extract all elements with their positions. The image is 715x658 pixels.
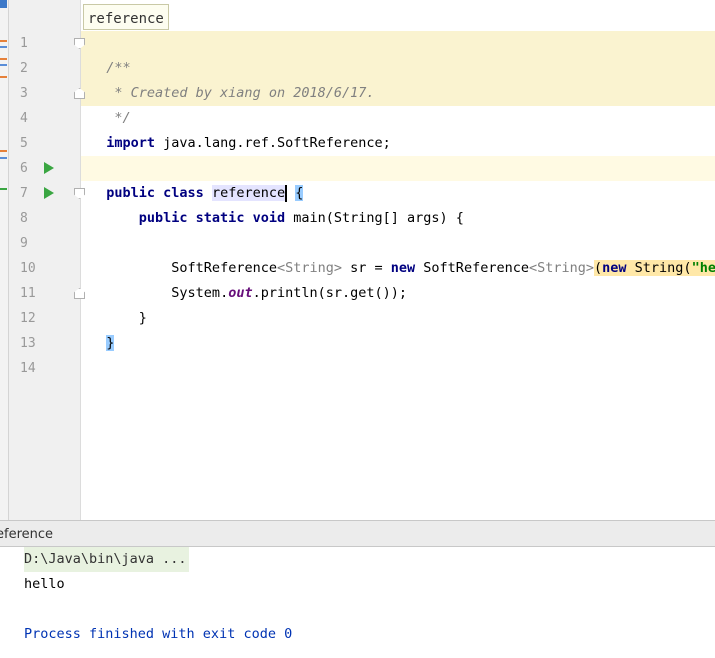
strip-mark	[0, 150, 7, 152]
code-text: (	[594, 260, 603, 276]
line-number: 3	[20, 86, 28, 101]
strip-mark	[0, 188, 7, 190]
code-text: String(	[626, 260, 692, 276]
matched-brace: }	[106, 335, 115, 351]
run-tab-title[interactable]: eference	[0, 521, 53, 548]
strip-mark	[0, 76, 7, 78]
line-number: 5	[20, 136, 28, 151]
code-line-11: }	[90, 281, 147, 326]
code-text: .println(sr.get());	[252, 285, 408, 301]
run-panel-header[interactable]: eference	[0, 520, 715, 547]
console-output: hello	[24, 576, 65, 592]
line-number: 13	[20, 336, 36, 351]
line-number: 6	[20, 161, 28, 176]
code-line-6: public class reference {	[90, 156, 304, 202]
run-gutter-icon[interactable]	[44, 187, 54, 199]
code-line-1: /**	[90, 31, 130, 76]
code-line-7: public static void main(String[] args) {	[90, 181, 464, 226]
matched-paren: (new String("hell	[594, 260, 715, 276]
code-text: SoftReference	[415, 260, 529, 276]
console-exit-message: Process finished with exit code 0	[24, 626, 293, 642]
line-number: 12	[20, 311, 36, 326]
strip-mark	[0, 64, 7, 66]
line-number: 4	[20, 111, 28, 126]
keyword: new	[602, 260, 627, 276]
left-tool-strip	[0, 0, 9, 520]
run-gutter-icon[interactable]	[44, 162, 54, 174]
run-console[interactable]: D:\Java\bin\java ... hello Process finis…	[0, 547, 715, 658]
code-line-3: */	[90, 81, 130, 126]
code-line-10: System.out.println(sr.get());	[90, 256, 407, 301]
code-text: java.lang.ref.SoftReference;	[155, 135, 391, 151]
keyword: public static void	[138, 210, 286, 226]
line-number: 9	[20, 236, 28, 251]
strip-mark	[0, 157, 7, 159]
strip-mark	[0, 0, 7, 8]
editor-tab-reference[interactable]: reference	[83, 4, 169, 30]
console-command: D:\Java\bin\java ...	[24, 547, 189, 572]
code-line-9: SoftReference<String> sr = new SoftRefer…	[90, 231, 715, 276]
generic-type: <String>	[528, 260, 594, 276]
line-number: 14	[20, 361, 36, 376]
line-number: 11	[20, 286, 36, 301]
strip-mark	[0, 40, 7, 42]
code-line-4: import java.lang.ref.SoftReference;	[90, 106, 390, 151]
static-field: out	[228, 285, 253, 301]
line-number: 2	[20, 61, 28, 76]
strip-mark	[0, 58, 7, 60]
string-literal: "hell	[691, 260, 715, 276]
keyword: import	[106, 135, 156, 151]
strip-mark	[0, 46, 7, 48]
code-text: System.	[171, 285, 229, 301]
code-text: main(String[] args) {	[285, 210, 464, 226]
doc-comment: * Created by xiang on 2018/6/17.	[106, 85, 375, 101]
code-line-2: * Created by xiang on 2018/6/17.	[90, 56, 374, 101]
line-number: 1	[20, 36, 28, 51]
line-number: 8	[20, 211, 28, 226]
code-line-12: }	[90, 306, 115, 351]
line-number: 7	[20, 186, 28, 201]
line-number: 10	[20, 261, 36, 276]
